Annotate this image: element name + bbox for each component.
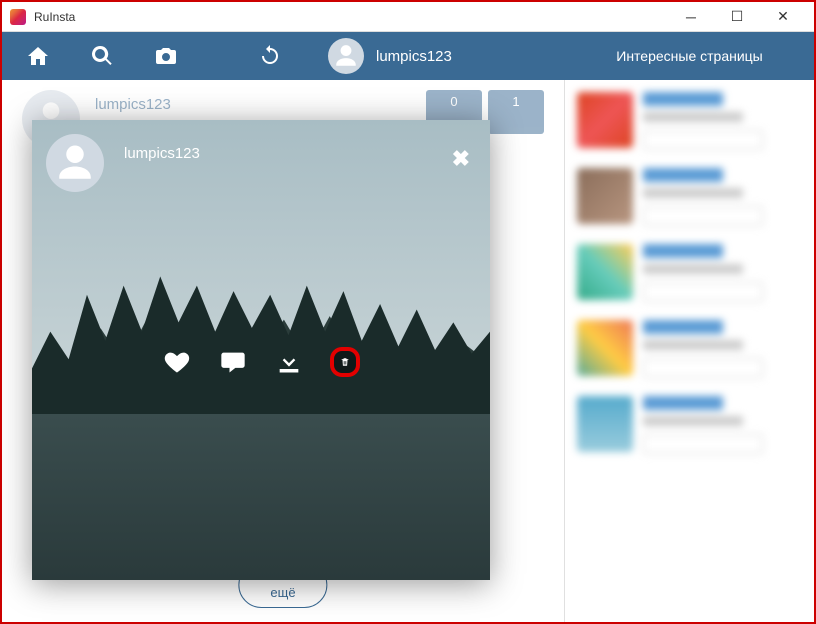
- modal-avatar[interactable]: [46, 134, 104, 192]
- search-icon[interactable]: [86, 40, 118, 72]
- app-icon: [10, 9, 26, 25]
- profile-username: lumpics123: [95, 96, 171, 113]
- refresh-icon[interactable]: [254, 40, 286, 72]
- download-icon[interactable]: [274, 347, 304, 377]
- minimize-button[interactable]: ─: [668, 2, 714, 32]
- suggestion-item[interactable]: [577, 168, 802, 226]
- show-more-line2: ещё: [255, 585, 310, 602]
- delete-icon[interactable]: [330, 347, 360, 377]
- comment-icon[interactable]: [218, 347, 248, 377]
- suggestion-item[interactable]: [577, 320, 802, 378]
- camera-icon[interactable]: [150, 40, 182, 72]
- nav-username[interactable]: lumpics123: [376, 48, 452, 65]
- home-icon[interactable]: [22, 40, 54, 72]
- photo-modal: lumpics123 ✖: [32, 120, 490, 580]
- titlebar: RuInsta ─ ☐ ✕: [2, 2, 814, 32]
- close-button[interactable]: ✕: [760, 2, 806, 32]
- sidebar: Интересные страницы: [564, 80, 814, 622]
- suggestion-item[interactable]: [577, 396, 802, 454]
- window-title: RuInsta: [34, 10, 75, 24]
- modal-close-icon[interactable]: ✖: [452, 146, 470, 172]
- maximize-button[interactable]: ☐: [714, 2, 760, 32]
- stat-followers[interactable]: 1: [488, 90, 544, 134]
- like-icon[interactable]: [162, 347, 192, 377]
- modal-username[interactable]: lumpics123: [124, 145, 200, 162]
- sidebar-header: Интересные страницы: [565, 32, 814, 80]
- suggestion-item[interactable]: [577, 92, 802, 150]
- nav-avatar[interactable]: [328, 38, 364, 74]
- suggestion-item[interactable]: [577, 244, 802, 302]
